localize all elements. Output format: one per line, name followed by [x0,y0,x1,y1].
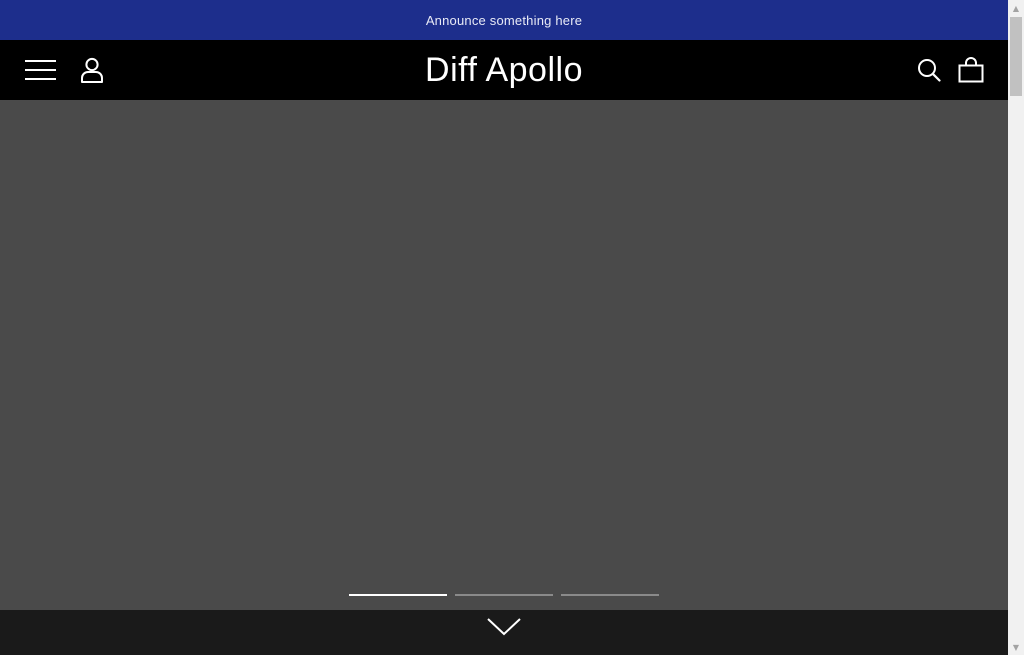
cart-button[interactable] [954,40,988,100]
page-scrollbar[interactable]: ▲ ▼ [1008,0,1024,655]
slide-dot-bar [561,594,659,596]
hamburger-menu-icon [24,60,56,80]
page: Announce something here Diff Apollo [0,0,1008,655]
scrollbar-thumb[interactable] [1010,17,1022,96]
account-button[interactable] [76,40,108,100]
announcement-text[interactable]: Announce something here [426,13,582,28]
shopping-bag-icon [958,57,984,83]
search-button[interactable] [912,40,946,100]
scroll-up-arrow-icon[interactable]: ▲ [1008,0,1024,16]
slide-dot-1[interactable] [349,593,447,597]
menu-button[interactable] [22,40,58,100]
scroll-down-button[interactable] [484,606,524,646]
slide-dot-bar [349,594,447,596]
search-icon [918,59,941,82]
chevron-down-icon [487,618,521,636]
slide-dot-2[interactable] [455,593,553,597]
store-logo[interactable]: Diff Apollo [425,51,583,90]
store-logo-wrap: Diff Apollo [0,40,1008,100]
slide-dot-3[interactable] [561,593,659,597]
hero-slideshow [0,100,1008,610]
slide-indicators [0,593,1008,597]
slide-dot-bar [455,594,553,596]
site-header: Diff Apollo [0,40,1008,100]
scroll-down-arrow-icon[interactable]: ▼ [1008,639,1024,655]
user-account-icon [81,57,103,83]
announcement-bar: Announce something here [0,0,1008,40]
